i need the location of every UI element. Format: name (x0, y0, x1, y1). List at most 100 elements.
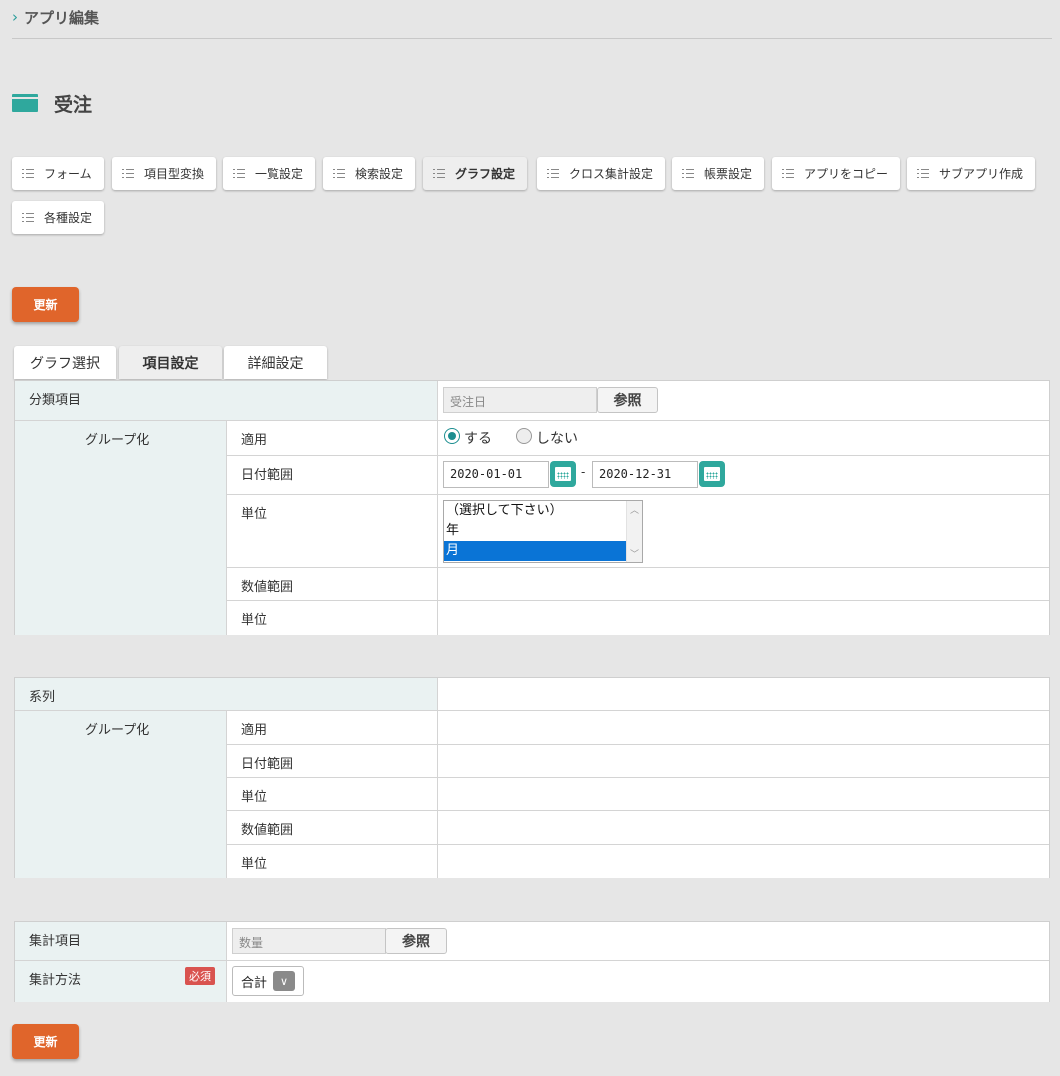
series-table: 系列 グループ化 適用 日付範囲 単位 数値範囲 単位 (14, 677, 1050, 878)
unit-listbox[interactable]: （選択して下さい） 年 月 ︿ ﹀ (443, 500, 643, 563)
series-num-range-label: 数値範囲 (226, 811, 437, 845)
series-label: 系列 (15, 678, 437, 711)
unit-label: 単位 (226, 495, 437, 568)
chevron-down-icon[interactable]: ∨ (273, 971, 296, 991)
series-unit-label: 単位 (226, 778, 437, 811)
num-range-value-cell (437, 568, 1049, 601)
classification-field-input[interactable]: 受注日 (443, 387, 597, 413)
list-icon (682, 168, 694, 179)
classification-value-cell: 受注日 参照 (437, 381, 1049, 421)
tab-label: サブアプリ作成 (939, 167, 1024, 181)
date-separator: - (581, 465, 586, 479)
classification-label: 分類項目 (15, 381, 437, 421)
list-icon (782, 168, 794, 179)
series-unit-value (437, 778, 1049, 811)
list-icon (547, 168, 559, 179)
unit-option-selected[interactable]: 月 (444, 541, 642, 561)
list-icon (22, 168, 34, 179)
apply-value-cell: する しない (437, 421, 1049, 456)
calendar-icon[interactable] (699, 461, 725, 487)
series-date-range-label: 日付範囲 (226, 745, 437, 778)
method-value-cell: 合計 ∨ (226, 961, 1049, 1002)
apply-no-radio[interactable] (516, 428, 532, 444)
num-range-label: 数値範囲 (226, 568, 437, 601)
series-num-range-value (437, 811, 1049, 845)
method-select-value: 合計 (241, 975, 268, 991)
classification-ref-button[interactable]: 参照 (597, 387, 658, 413)
classification-group-label: グループ化 (15, 421, 226, 635)
classification-table: 分類項目 受注日 参照 グループ化 適用 する しない 日付範囲 2020-01… (14, 380, 1050, 635)
unit2-value-cell (437, 601, 1049, 635)
aggregate-field-input[interactable]: 数量 (232, 928, 386, 954)
tab-label: フォーム (44, 167, 92, 181)
unit-option[interactable]: （選択して下さい） (444, 501, 642, 521)
tab-form[interactable]: フォーム (12, 157, 104, 190)
unit-option[interactable]: 年 (444, 521, 642, 541)
unit2-label: 単位 (226, 601, 437, 635)
date-range-label: 日付範囲 (226, 456, 437, 495)
list-icon (233, 168, 245, 179)
aggregate-ref-button[interactable]: 参照 (385, 928, 447, 954)
breadcrumb-divider (12, 38, 1052, 39)
tab-copy-app[interactable]: アプリをコピー (772, 157, 901, 190)
update-button-bottom[interactable]: 更新 (12, 1024, 79, 1059)
update-button[interactable]: 更新 (12, 287, 79, 322)
series-apply-value (437, 711, 1049, 745)
series-value-cell (437, 678, 1049, 711)
tab-label: 一覧設定 (255, 167, 304, 181)
aggregate-table: 集計項目 数量 参照 集計方法 必須 合計 ∨ (14, 921, 1050, 1002)
page-header: 受注 (12, 90, 92, 116)
series-unit2-label: 単位 (226, 845, 437, 878)
list-icon (22, 212, 34, 223)
tab-label: 帳票設定 (704, 167, 753, 181)
list-icon (122, 168, 134, 179)
required-badge: 必須 (185, 967, 215, 985)
apply-label: 適用 (226, 421, 437, 456)
aggregate-value-cell: 数量 参照 (226, 922, 1049, 961)
unit-value-cell: （選択して下さい） 年 月 ︿ ﹀ (437, 495, 1049, 568)
method-select[interactable]: 合計 ∨ (232, 966, 304, 996)
listbox-scrollbar[interactable]: ︿ ﹀ (626, 501, 642, 562)
date-to-input[interactable]: 2020-12-31 (592, 461, 698, 488)
tab-misc-settings[interactable]: 各種設定 (12, 201, 105, 234)
tab-create-subapp[interactable]: サブアプリ作成 (907, 157, 1036, 190)
tab-graph-settings[interactable]: グラフ設定 (423, 157, 528, 190)
aggregate-label: 集計項目 (15, 922, 226, 961)
series-date-range-value (437, 745, 1049, 778)
method-label: 集計方法 (29, 973, 82, 988)
page-title: 受注 (54, 93, 93, 116)
subtab-detail-settings[interactable]: 詳細設定 (224, 346, 327, 379)
tab-report-settings[interactable]: 帳票設定 (672, 157, 765, 190)
subtab-field-settings[interactable]: 項目設定 (119, 346, 222, 379)
tab-field-type-convert[interactable]: 項目型変換 (112, 157, 217, 190)
tab-list-settings[interactable]: 一覧設定 (223, 157, 316, 190)
tab-crosstab-settings[interactable]: クロス集計設定 (537, 157, 666, 190)
tab-search-settings[interactable]: 検索設定 (323, 157, 416, 190)
apply-yes-label[interactable]: する (464, 428, 492, 448)
breadcrumb-label[interactable]: アプリ編集 (24, 7, 99, 28)
tab-label: アプリをコピー (804, 167, 889, 181)
app-window-icon (12, 94, 38, 112)
scroll-up-icon[interactable]: ︿ (630, 503, 639, 516)
list-icon (433, 168, 445, 179)
apply-yes-radio[interactable] (444, 428, 460, 444)
series-unit2-value (437, 845, 1049, 878)
tab-label: 検索設定 (355, 167, 404, 181)
date-from-input[interactable]: 2020-01-01 (443, 461, 549, 488)
tab-label: 各種設定 (44, 211, 93, 225)
scroll-down-icon[interactable]: ﹀ (630, 547, 639, 560)
date-range-value-cell: 2020-01-01 - 2020-12-31 (437, 456, 1049, 495)
subtab-graph-select[interactable]: グラフ選択 (14, 346, 116, 379)
series-group-label: グループ化 (15, 711, 226, 878)
apply-no-label[interactable]: しない (536, 428, 578, 448)
list-icon (333, 168, 345, 179)
tab-label: クロス集計設定 (569, 167, 654, 181)
tab-label: グラフ設定 (455, 167, 516, 181)
list-icon (917, 168, 929, 179)
calendar-icon[interactable] (550, 461, 576, 487)
method-label-cell: 集計方法 必須 (15, 961, 226, 1002)
chevron-right-icon: › (12, 8, 18, 26)
tab-label: 項目型変換 (144, 167, 205, 181)
series-apply-label: 適用 (226, 711, 437, 745)
breadcrumb: › アプリ編集 (12, 4, 99, 30)
